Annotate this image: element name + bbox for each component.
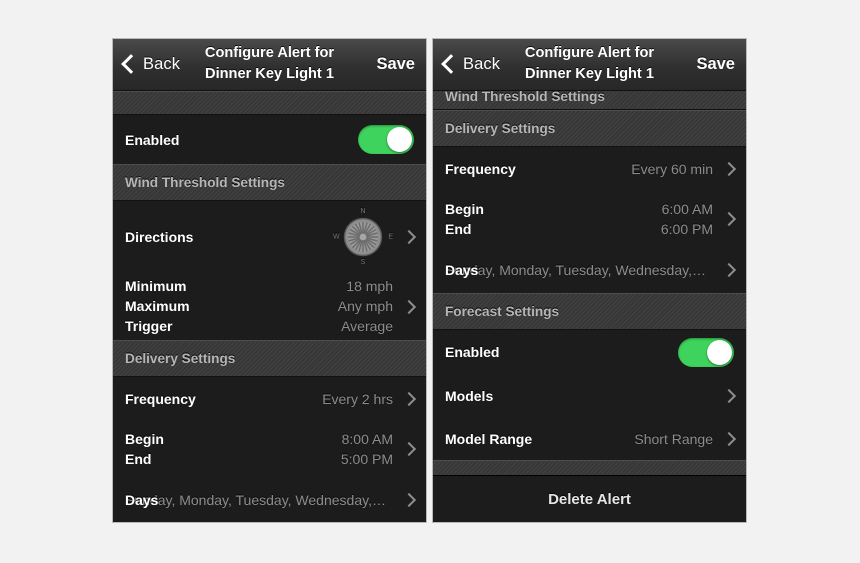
row-model-range-value: Short Range — [634, 430, 713, 447]
enabled-toggle[interactable] — [358, 125, 414, 154]
left-navbar: Back Configure Alert for Dinner Key Ligh… — [113, 39, 426, 91]
row-model-range-label: Model Range — [445, 430, 533, 447]
save-button[interactable]: Save — [376, 55, 415, 74]
row-models-label: Models — [445, 387, 494, 404]
row-enabled-label: Enabled — [125, 131, 180, 148]
row-frequency-chevron-right-icon — [401, 391, 417, 407]
row-models[interactable]: Models — [433, 374, 746, 417]
row-days-right-chevron-right-icon — [721, 262, 737, 278]
row-begin-end-labels: Begin End — [125, 430, 164, 469]
row-days-right-label: Days — [445, 262, 479, 278]
row-trigger-label: Trigger — [125, 318, 173, 334]
forecast-enabled-toggle[interactable] — [678, 337, 734, 367]
right-navbar: Back Configure Alert for Dinner Key Ligh… — [433, 39, 746, 91]
back-button-right[interactable]: Back — [441, 54, 501, 74]
back-chevron-icon — [121, 54, 141, 74]
section-header-wind-threshold-clipped-label: Wind Threshold Settings — [445, 91, 605, 104]
row-directions[interactable]: Directions N S W E — [113, 201, 426, 273]
row-frequency-right-value: Every 60 min — [631, 161, 713, 177]
row-directions-label: Directions — [125, 229, 194, 245]
row-frequency[interactable]: Frequency Every 2 hrs — [113, 377, 426, 421]
row-end-value: 5:00 PM — [340, 450, 393, 467]
toggle-knob — [387, 127, 412, 152]
row-frequency-label: Frequency — [125, 391, 196, 407]
delete-alert-button[interactable]: Delete Alert — [433, 475, 746, 522]
row-model-range-chevron-right-icon — [721, 431, 737, 446]
row-maximum-value: Any mph — [337, 298, 393, 314]
top-stripe-gap — [113, 91, 426, 115]
row-frequency-right[interactable]: Frequency Every 60 min — [433, 147, 746, 191]
back-button-label: Back — [143, 55, 181, 73]
row-minimum-label: Minimum — [125, 278, 187, 294]
left-phone-panel: Back Configure Alert for Dinner Key Ligh… — [112, 38, 427, 523]
row-days-chevron-right-icon — [401, 492, 417, 508]
section-header-delivery-settings-label: Delivery Settings — [125, 351, 236, 366]
row-days-right[interactable]: Days Sunday, Monday, Tuesday, Wednesday,… — [433, 247, 746, 293]
row-model-range[interactable]: Model Range Short Range — [433, 417, 746, 460]
row-wind-thresholds-labels: Minimum Maximum Trigger — [125, 277, 190, 336]
left-scroll-area[interactable]: Enabled Wind Threshold Settings Directio… — [113, 91, 426, 522]
compass-rose-icon: N S W E — [333, 208, 393, 266]
row-end-right-label: End — [445, 220, 472, 237]
compass-west-label: W — [333, 233, 340, 241]
section-header-wind-threshold: Wind Threshold Settings — [113, 164, 426, 201]
row-wind-thresholds[interactable]: Minimum Maximum Trigger 18 mph Any mph A… — [113, 273, 426, 340]
compass-south-label: S — [360, 259, 366, 266]
wind-threshold-group: Directions N S W E Minimum Maximum Trigg… — [113, 201, 426, 340]
enabled-group: Enabled — [113, 115, 426, 164]
row-forecast-enabled-label: Enabled — [445, 344, 500, 360]
row-frequency-right-chevron-right-icon — [721, 161, 737, 177]
row-enabled[interactable]: Enabled — [113, 115, 426, 164]
back-button[interactable]: Back — [121, 54, 181, 74]
forecast-settings-group: Enabled Models Model Range Short Range — [433, 330, 746, 460]
row-models-chevron-right-icon — [721, 388, 737, 403]
row-minimum-value: 18 mph — [346, 278, 393, 294]
row-frequency-value: Every 2 hrs — [322, 391, 393, 407]
row-frequency-right-label: Frequency — [445, 161, 516, 177]
back-chevron-icon-right — [441, 54, 461, 74]
row-days-right-value: Sunday, Monday, Tuesday, Wednesday, T... — [445, 262, 713, 278]
right-scroll-area[interactable]: Wind Threshold Settings Delivery Setting… — [433, 91, 746, 475]
row-begin-end-right-chevron-right-icon — [721, 211, 737, 227]
row-begin-value: 8:00 AM — [341, 430, 393, 447]
row-forecast-enabled[interactable]: Enabled — [433, 330, 746, 374]
row-begin-end[interactable]: Begin End 8:00 AM 5:00 PM — [113, 421, 426, 477]
row-begin-end-values: 8:00 AM 5:00 PM — [341, 430, 393, 469]
row-begin-end-chevron-right-icon — [401, 441, 417, 457]
compass-north-label: N — [360, 208, 366, 215]
row-begin-label: Begin — [125, 430, 164, 447]
row-wind-thresholds-values: 18 mph Any mph Average — [338, 277, 393, 336]
row-begin-end-right-values: 6:00 AM 6:00 PM — [661, 200, 713, 239]
forecast-toggle-knob — [707, 339, 732, 365]
delivery-settings-group-right: Frequency Every 60 min Begin End 6:00 AM… — [433, 147, 746, 293]
row-days-label: Days — [125, 492, 159, 508]
compass-dial-graphic — [343, 217, 383, 257]
row-begin-end-right[interactable]: Begin End 6:00 AM 6:00 PM — [433, 191, 746, 247]
section-header-forecast-settings-label: Forecast Settings — [445, 304, 560, 319]
row-begin-right-label: Begin — [445, 200, 484, 217]
section-header-delivery-settings: Delivery Settings — [113, 340, 426, 377]
bottom-stripe-gap — [433, 460, 746, 475]
screenshot-stage: Back Configure Alert for Dinner Key Ligh… — [0, 0, 860, 563]
row-trigger-value: Average — [341, 318, 393, 334]
row-begin-right-value: 6:00 AM — [661, 200, 713, 217]
delivery-settings-group: Frequency Every 2 hrs Begin End 8:00 AM … — [113, 377, 426, 522]
row-wind-thresholds-chevron-right-icon — [401, 299, 417, 314]
section-header-wind-threshold-clipped: Wind Threshold Settings — [433, 91, 746, 110]
row-days-value: Sunday, Monday, Tuesday, Wednesday, T... — [125, 492, 393, 508]
section-header-delivery-settings-right-label: Delivery Settings — [445, 121, 556, 136]
row-begin-end-right-labels: Begin End — [445, 200, 484, 239]
section-header-wind-threshold-label: Wind Threshold Settings — [125, 175, 285, 190]
row-maximum-label: Maximum — [125, 298, 190, 314]
compass-east-label: E — [388, 233, 393, 241]
right-phone-panel: Back Configure Alert for Dinner Key Ligh… — [432, 38, 747, 523]
back-button-label-right: Back — [463, 55, 501, 73]
row-directions-chevron-right-icon — [401, 229, 417, 245]
row-end-right-value: 6:00 PM — [660, 220, 713, 237]
row-days[interactable]: Days Sunday, Monday, Tuesday, Wednesday,… — [113, 477, 426, 522]
section-header-forecast-settings: Forecast Settings — [433, 293, 746, 330]
save-button-right[interactable]: Save — [696, 55, 735, 74]
row-end-label: End — [125, 450, 152, 467]
section-header-delivery-settings-right: Delivery Settings — [433, 110, 746, 147]
